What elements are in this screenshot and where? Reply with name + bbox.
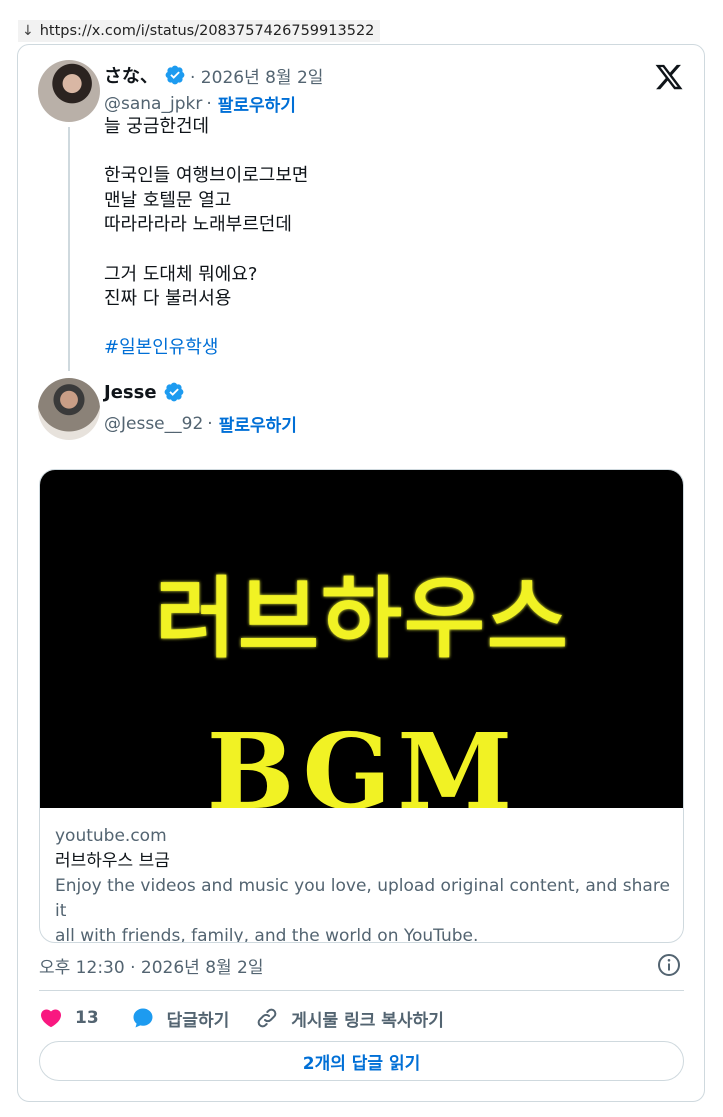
follow-button[interactable]: 팔로우하기 — [218, 91, 296, 116]
thumbnail-title-text: 러브하우스 — [155, 567, 570, 670]
tweet-text-line — [104, 312, 308, 337]
tweet-date[interactable]: · 2026년 8월 2일 — [190, 63, 323, 88]
like-count: 13 — [75, 1008, 99, 1028]
tweet-text-line: 그거 도대체 뭐에요? — [104, 263, 258, 285]
author-handle[interactable]: @sana_jpkr — [104, 94, 202, 114]
action-bar: 13 답글하기 게시물 링크 복사하기 — [39, 1003, 444, 1033]
link-meta: youtube.com 러브하우스 브금 Enjoy the videos an… — [55, 824, 675, 943]
reply-author-handle[interactable]: @Jesse__92 — [104, 414, 203, 434]
tweet-text-line — [104, 238, 308, 263]
reply-button[interactable]: 답글하기 — [131, 1006, 230, 1031]
verified-badge-icon — [165, 65, 185, 85]
link-preview-card[interactable]: 러브하우스 BGM youtube.com 러브하우스 브금 Enjoy the… — [39, 469, 684, 943]
url-text: https://x.com/i/status/20837574267599135… — [39, 23, 375, 39]
author-name[interactable]: さな、 — [104, 62, 158, 88]
tweet-text-line: 늘 궁금한건데 — [104, 116, 210, 137]
copy-link-button[interactable]: 게시물 링크 복사하기 — [255, 1006, 444, 1031]
heart-icon — [40, 1009, 62, 1028]
tweet-text-line: 따라라라라 노래부르던데 — [104, 214, 292, 236]
link-title: 러브하우스 브금 — [55, 851, 170, 871]
reply-timestamp[interactable]: 오후 12:30 · 2026년 8월 2일 — [39, 953, 264, 978]
reply-author-avatar[interactable] — [38, 378, 100, 440]
divider — [39, 990, 684, 991]
reply-author-name-row: Jesse — [104, 381, 185, 403]
link-description-line: Enjoy the videos and music you love, upl… — [55, 876, 670, 921]
separator-dot: · — [207, 413, 213, 434]
thread-connector-line — [68, 127, 70, 371]
url-bar[interactable]: ↓ https://x.com/i/status/208375742675991… — [18, 20, 381, 42]
reply-label: 답글하기 — [166, 1010, 230, 1031]
like-button[interactable]: 13 — [39, 1006, 99, 1030]
copy-link-label: 게시물 링크 복사하기 — [291, 1010, 444, 1031]
info-icon[interactable] — [657, 953, 681, 977]
author-handle-row: @sana_jpkr · 팔로우하기 — [104, 91, 296, 117]
reply-author-handle-row: @Jesse__92 · 팔로우하기 — [104, 411, 297, 437]
tweet-text-line — [104, 140, 308, 165]
speech-bubble-icon — [133, 1008, 153, 1028]
download-arrow-icon: ↓ — [22, 23, 34, 39]
read-replies-button[interactable]: 2개의 답글 읽기 — [39, 1041, 684, 1081]
tweet-text-line: 진짜 다 불러서용 — [104, 288, 232, 310]
link-thumbnail: 러브하우스 BGM — [40, 470, 683, 808]
separator-dot: · — [206, 93, 212, 114]
link-domain: youtube.com — [55, 826, 167, 846]
reply-author-name[interactable]: Jesse — [104, 382, 157, 403]
link-description-line: all with friends, family, and the world … — [55, 926, 479, 943]
author-name-row: さな、 · 2026년 8월 2일 — [104, 62, 323, 88]
hashtag-link[interactable]: #일본인유학생 — [104, 336, 308, 361]
tweet-text-line: 맨날 호텔문 열고 — [104, 189, 232, 211]
tweet-embed-card: さな、 · 2026년 8월 2일 @sana_jpkr · 팔로우하기 늘 궁… — [17, 44, 705, 1102]
verified-badge-icon — [164, 382, 183, 402]
author-avatar[interactable] — [38, 60, 100, 122]
follow-button[interactable]: 팔로우하기 — [219, 411, 297, 436]
tweet-text: 늘 궁금한건데 한국인들 여행브이로그보면 맨날 호텔문 열고 따라라라라 노래… — [104, 115, 308, 361]
tweet-text-line: 한국인들 여행브이로그보면 — [104, 165, 309, 187]
thumbnail-subtitle-text: BGM — [206, 710, 519, 808]
x-logo-icon[interactable] — [654, 62, 684, 92]
link-icon — [257, 1008, 277, 1028]
